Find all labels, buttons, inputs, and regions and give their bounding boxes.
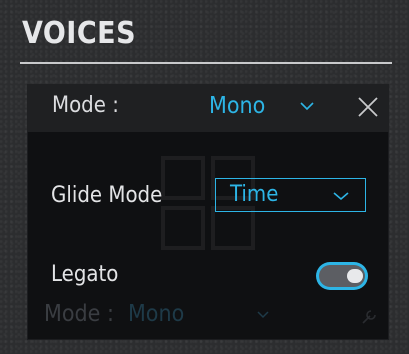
ghost-mode-label: Mode : (44, 301, 114, 327)
toggle-track (319, 265, 365, 287)
wrench-icon (362, 310, 376, 324)
title-divider (20, 62, 392, 64)
mode-label: Mode : (52, 93, 119, 118)
voice-mode-panel: Mode : Mono Glide Mode Time Legato Mode … (27, 84, 389, 340)
ghost-mode-row: Mode : Mono (44, 301, 184, 327)
close-icon[interactable] (357, 96, 379, 118)
panel-header: Mode : Mono (27, 84, 389, 132)
glide-mode-label: Glide Mode (51, 183, 163, 208)
legato-label: Legato (51, 262, 119, 287)
ghost-chevron-down-icon (257, 311, 269, 319)
toggle-knob (347, 269, 363, 283)
section-title: VOICES (22, 16, 137, 51)
glide-mode-value: Time (230, 182, 279, 207)
chevron-down-icon (333, 192, 349, 201)
chevron-down-icon[interactable] (300, 101, 314, 111)
glide-mode-select[interactable]: Time (215, 178, 366, 212)
mode-value[interactable]: Mono (209, 93, 265, 119)
legato-toggle[interactable] (316, 262, 368, 290)
ghost-mode-value: Mono (127, 301, 185, 327)
